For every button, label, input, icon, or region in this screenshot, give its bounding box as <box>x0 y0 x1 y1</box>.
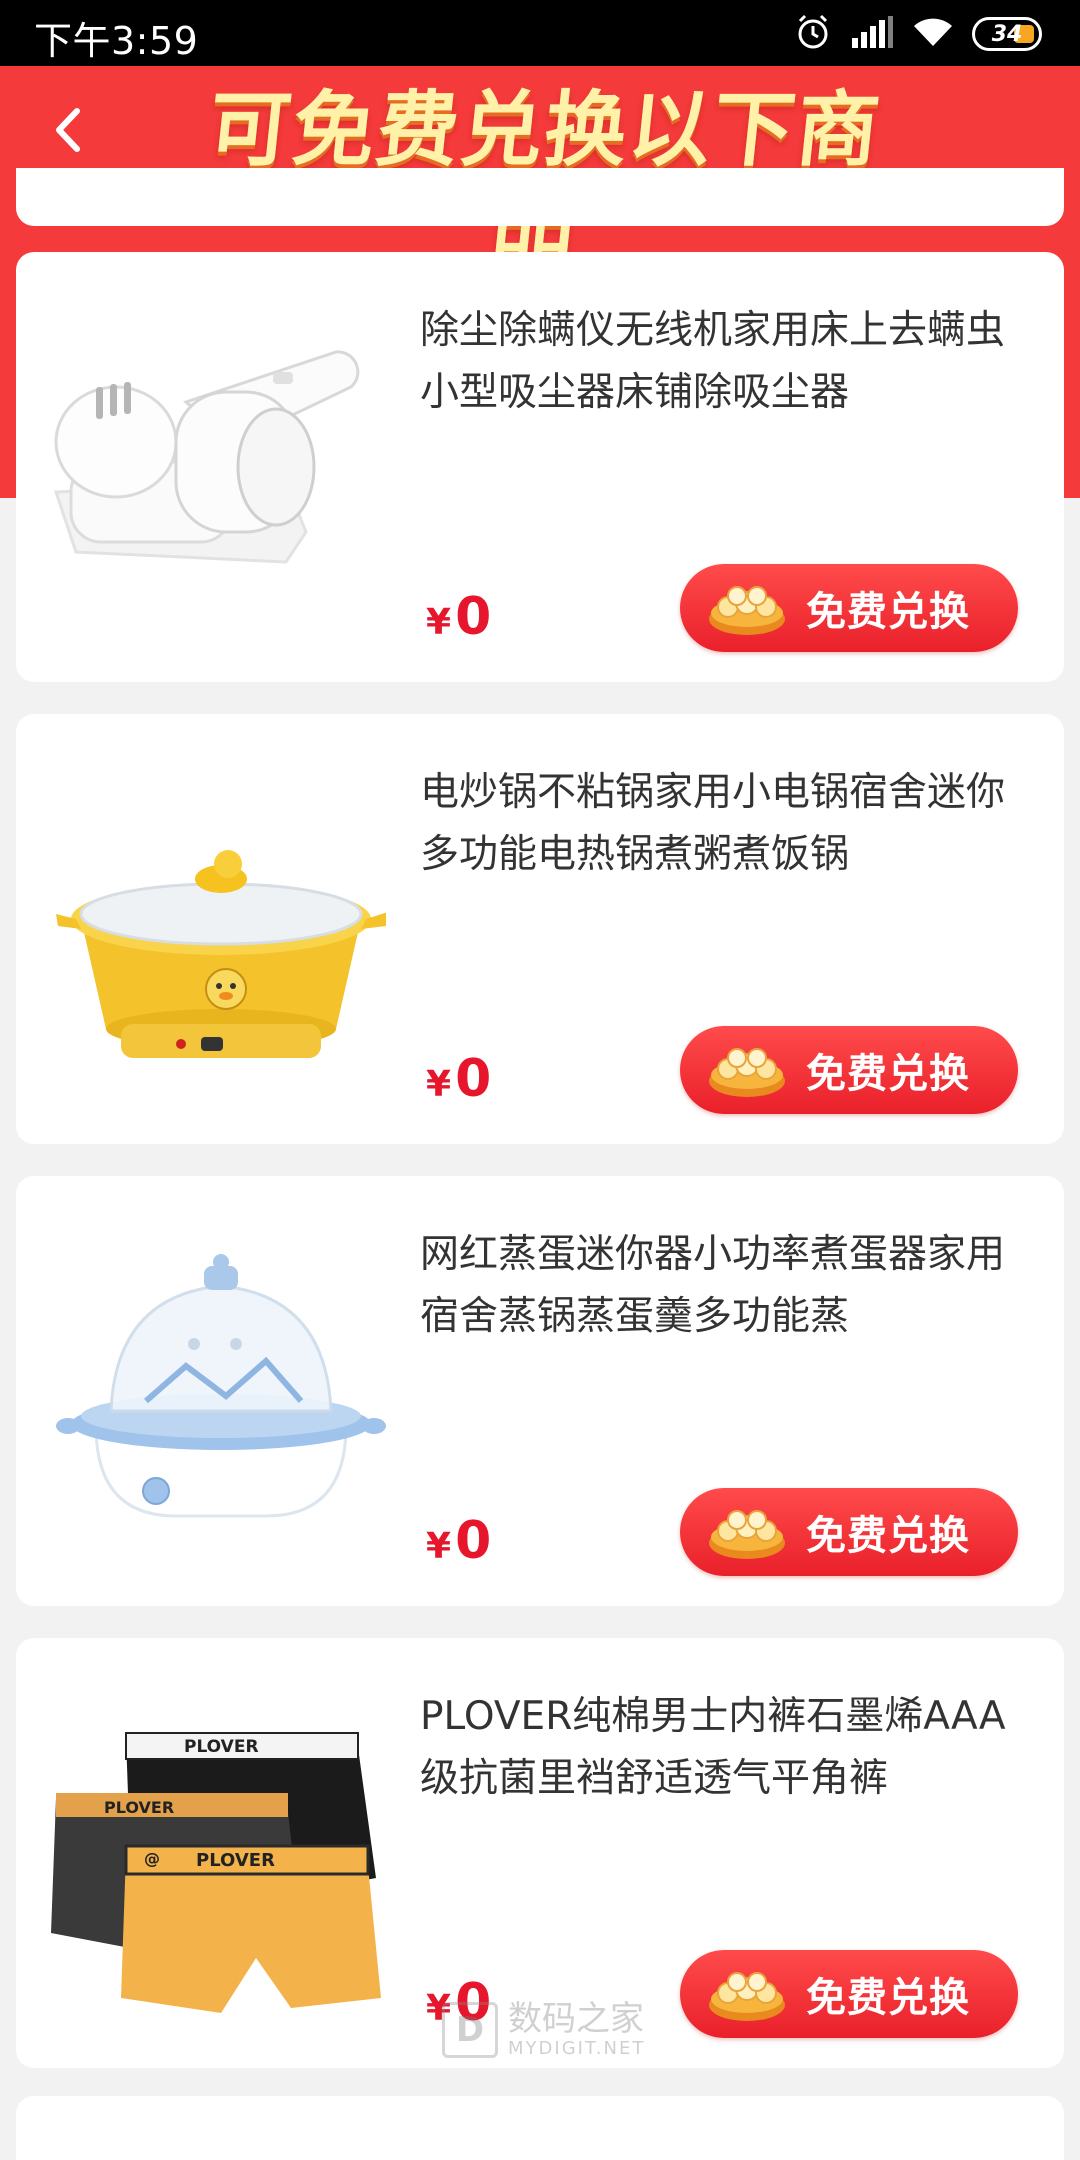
product-card[interactable]: 除尘除螨仪无线机家用床上去螨虫小型吸尘器床铺除吸尘器 ¥ 0 免费兑换 <box>16 252 1064 682</box>
price-value: 0 <box>455 1511 492 1571</box>
svg-text:PLOVER: PLOVER <box>196 1850 275 1871</box>
product-title[interactable]: 网红蒸蛋迷你器小功率煮蛋器家用宿舍蒸锅蒸蛋羹多功能蒸 <box>420 1224 1020 1348</box>
price-currency: ¥ <box>426 1064 452 1105</box>
watermark: D 数码之家 MYDIGIT.NET <box>442 2002 645 2058</box>
price-currency: ¥ <box>426 602 452 643</box>
alarm-icon <box>794 13 832 55</box>
wifi-icon <box>912 16 954 52</box>
product-title[interactable]: 除尘除螨仪无线机家用床上去螨虫小型吸尘器床铺除吸尘器 <box>420 300 1020 424</box>
price: ¥ 0 <box>426 1511 491 1571</box>
svg-text:PLOVER: PLOVER <box>104 1798 174 1817</box>
free-redeem-label: 免费兑换 <box>806 589 970 635</box>
free-redeem-button[interactable]: 免费兑换 <box>680 1488 1018 1576</box>
status-bar: 下午3:59 34 <box>0 0 1080 66</box>
product-card[interactable]: 电炒锅不粘锅家用小电锅宿舍迷你多功能电热锅煮粥煮饭锅 ¥ 0 免费兑换 <box>16 714 1064 1144</box>
status-time: 下午3:59 <box>34 19 199 63</box>
underwear-image: @ PLOVER PLOVER PLOVER <box>36 1678 386 2028</box>
free-redeem-label: 免费兑换 <box>806 1051 970 1097</box>
previous-card <box>16 168 1064 226</box>
battery-icon: 34 <box>972 17 1042 51</box>
free-redeem-label: 免费兑换 <box>806 1513 970 1559</box>
mite-remover-image <box>36 292 386 642</box>
status-icons: 34 <box>794 14 1042 54</box>
gold-coins-icon <box>709 1972 785 2021</box>
watermark-url: MYDIGIT.NET <box>508 2038 646 2059</box>
product-card[interactable]: 网红蒸蛋迷你器小功率煮蛋器家用宿舍蒸锅蒸蛋羹多功能蒸 ¥ 0 免费兑换 <box>16 1176 1064 1606</box>
page-title: 可免费兑换以下商品 <box>180 83 900 268</box>
gold-coins-icon <box>709 586 785 635</box>
chevron-left-icon <box>56 108 80 152</box>
price-value: 0 <box>455 1049 492 1109</box>
electric-pot-image <box>36 754 388 1104</box>
next-card[interactable] <box>16 2096 1064 2160</box>
battery-level: 34 <box>991 21 1023 47</box>
egg-steamer-image <box>36 1216 386 1566</box>
gold-coins-icon <box>709 1048 785 1097</box>
back-button[interactable] <box>38 100 98 160</box>
product-title[interactable]: 电炒锅不粘锅家用小电锅宿舍迷你多功能电热锅煮粥煮饭锅 <box>420 762 1020 886</box>
watermark-text: 数码之家 <box>508 1999 644 2039</box>
free-redeem-label: 免费兑换 <box>806 1975 970 2021</box>
svg-text:@: @ <box>144 1849 160 1868</box>
free-redeem-button[interactable]: 免费兑换 <box>680 1950 1018 2038</box>
free-redeem-button[interactable]: 免费兑换 <box>680 1026 1018 1114</box>
watermark-logo: D <box>442 2002 498 2058</box>
free-redeem-button[interactable]: 免费兑换 <box>680 564 1018 652</box>
price-value: 0 <box>455 587 492 647</box>
signal-icon <box>850 16 894 52</box>
svg-text:PLOVER: PLOVER <box>184 1737 259 1757</box>
gold-coins-icon <box>709 1510 785 1559</box>
price: ¥ 0 <box>426 1049 491 1109</box>
price: ¥ 0 <box>426 587 491 647</box>
product-title[interactable]: PLOVER纯棉男士内裤石墨烯AAA级抗菌里裆舒适透气平角裤 <box>420 1686 1020 1810</box>
price-currency: ¥ <box>426 1526 452 1567</box>
